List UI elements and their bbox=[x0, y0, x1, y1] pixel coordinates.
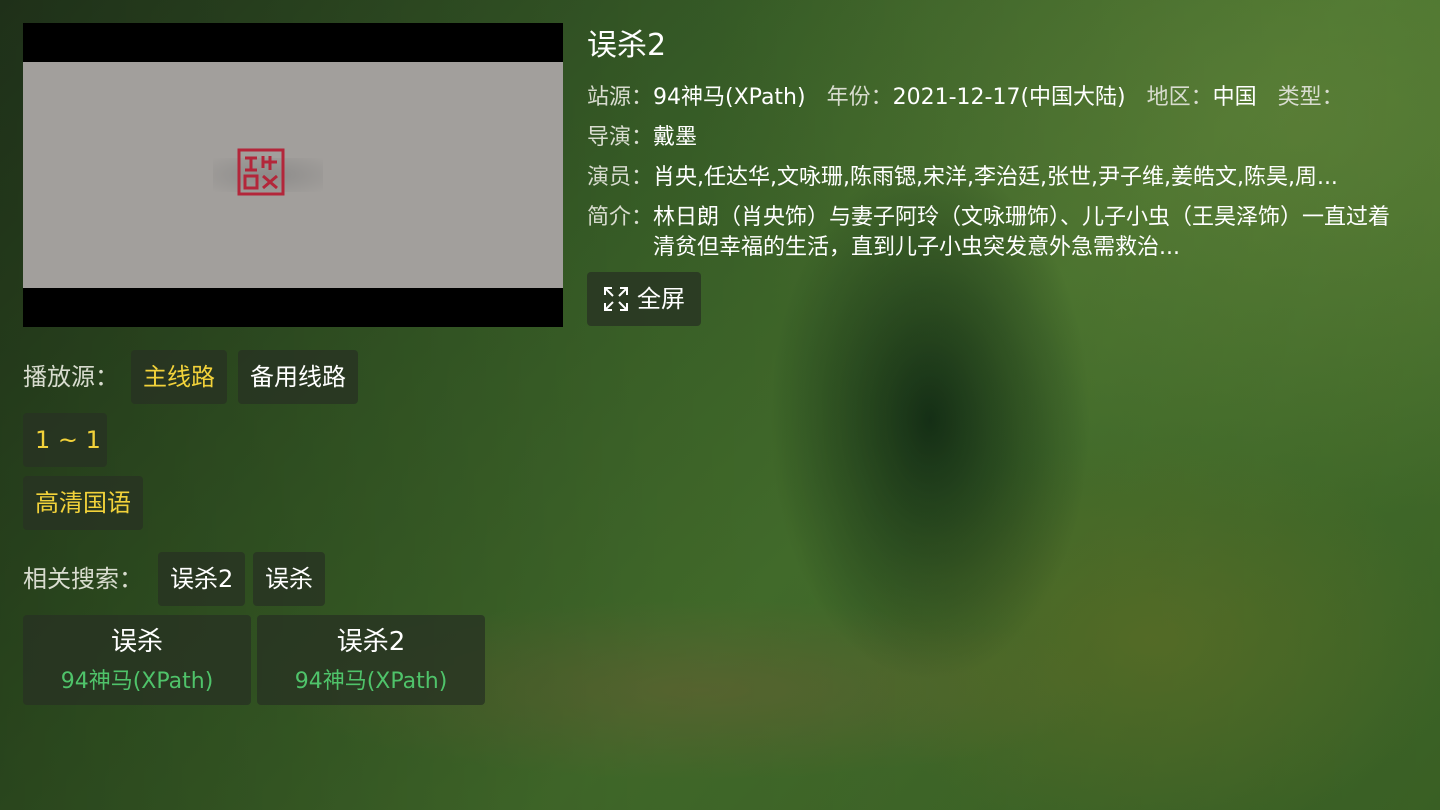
video-player[interactable] bbox=[23, 23, 563, 327]
region-label: 地区： bbox=[1146, 85, 1213, 110]
actor-row: 演员：肖央,任达华,文咏珊,陈雨锶,宋洋,李治廷,张世,尹子维,姜皓文,陈昊,周… bbox=[587, 163, 1405, 193]
source-label: 站源： bbox=[587, 85, 654, 110]
director-row: 导演：戴墨 bbox=[587, 123, 697, 153]
fullscreen-button[interactable]: 全屏 bbox=[587, 272, 701, 326]
quality-chip[interactable]: 高清国语 bbox=[23, 476, 143, 530]
synopsis-row[interactable]: 简介： 林日朗（肖央饰）与妻子阿玲（文咏珊饰）、儿子小虫（王昊泽饰）一直过着清贫… bbox=[587, 203, 1405, 263]
director-value: 戴墨 bbox=[653, 125, 698, 150]
year-value: 2021-12-17(中国大陆) bbox=[892, 85, 1126, 110]
director-label: 导演： bbox=[587, 125, 654, 150]
result-card[interactable]: 误杀2 94神马(XPath) bbox=[257, 615, 485, 705]
type-label: 类型： bbox=[1277, 85, 1344, 110]
source-backup-line[interactable]: 备用线路 bbox=[238, 350, 358, 404]
related-search-label: 相关搜索： bbox=[23, 565, 143, 593]
fullscreen-label: 全屏 bbox=[637, 285, 685, 313]
actor-value: 肖央,任达华,文咏珊,陈雨锶,宋洋,李治廷,张世,尹子维,姜皓文,陈昊,周... bbox=[653, 165, 1338, 190]
result-title: 误杀2 bbox=[336, 627, 406, 657]
episode-range[interactable]: 1 ~ 1 bbox=[23, 413, 107, 467]
year-label: 年份： bbox=[826, 85, 893, 110]
red-seal-logo bbox=[237, 148, 285, 196]
result-title: 误杀 bbox=[110, 627, 163, 657]
play-source-label: 播放源： bbox=[23, 363, 119, 391]
video-frame bbox=[23, 62, 563, 288]
actor-label: 演员： bbox=[587, 165, 654, 190]
synopsis-label: 简介： bbox=[587, 205, 654, 230]
fullscreen-icon bbox=[604, 287, 628, 311]
related-search-item[interactable]: 误杀2 bbox=[158, 552, 246, 606]
result-source: 94神马(XPath) bbox=[60, 669, 214, 694]
region-value: 中国 bbox=[1212, 85, 1257, 110]
related-search-item[interactable]: 误杀 bbox=[253, 552, 325, 606]
meta-row: 站源：94神马(XPath) 年份：2021-12-17(中国大陆) 地区：中国… bbox=[587, 83, 1358, 113]
source-value: 94神马(XPath) bbox=[653, 85, 806, 110]
synopsis-text: 林日朗（肖央饰）与妻子阿玲（文咏珊饰）、儿子小虫（王昊泽饰）一直过着清贫但幸福的… bbox=[653, 205, 1391, 260]
result-source: 94神马(XPath) bbox=[294, 669, 448, 694]
result-card[interactable]: 误杀 94神马(XPath) bbox=[23, 615, 251, 705]
video-title: 误杀2 bbox=[587, 28, 667, 63]
source-main-line[interactable]: 主线路 bbox=[131, 350, 227, 404]
